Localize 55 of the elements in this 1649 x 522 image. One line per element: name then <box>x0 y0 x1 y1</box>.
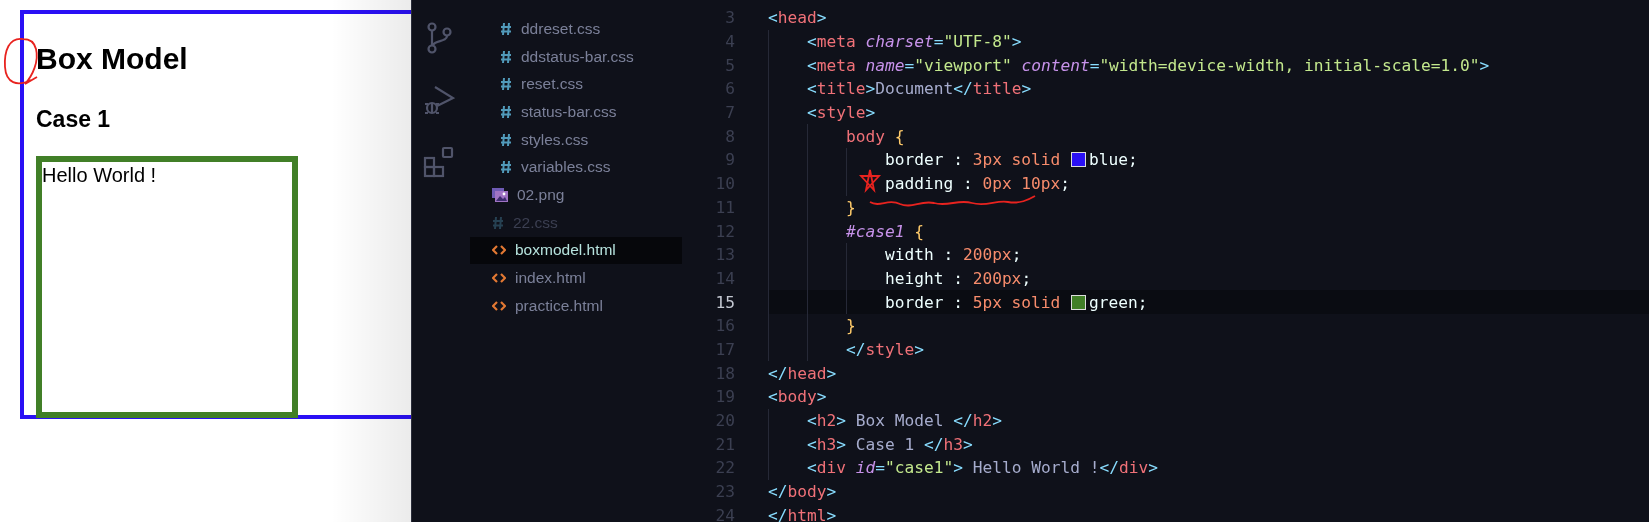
file-item[interactable]: ddreset.css <box>470 15 682 43</box>
image-icon <box>492 187 508 202</box>
file-item[interactable]: styles.css <box>470 125 682 154</box>
code-text: <h3> Case 1 </h3> <box>806 434 973 454</box>
code-brackets-icon <box>492 299 506 312</box>
code-brackets-icon <box>492 272 506 285</box>
code-text: <h2> Box Model </h2> <box>806 411 1002 431</box>
hash-icon <box>500 49 512 64</box>
file-item[interactable]: ddstatus-bar.css <box>470 42 682 71</box>
code-text: <title>Document</title> <box>806 79 1032 99</box>
file-item[interactable]: boxmodel.html <box>470 236 682 265</box>
hash-icon <box>492 215 504 230</box>
extensions-icon[interactable] <box>422 146 455 178</box>
code-text: </body> <box>768 482 837 502</box>
code-text: </html> <box>768 505 837 522</box>
page-subheading: Case 1 <box>36 105 111 133</box>
code-text: border : 5px solid <box>884 292 1062 312</box>
code-text: <head> <box>768 8 827 28</box>
hash-icon <box>500 160 512 175</box>
code-text: height : 200px; <box>884 268 1032 288</box>
code-text: #case1 { <box>845 221 924 241</box>
file-item[interactable]: index.html <box>470 264 682 292</box>
file-item[interactable]: reset.css <box>470 70 682 99</box>
code-text: } <box>845 316 856 336</box>
file-item[interactable]: status-bar.css <box>470 98 682 126</box>
code-text: <meta charset="UTF-8"> <box>806 32 1022 52</box>
code-text: green; <box>1089 292 1148 312</box>
code-text: <meta name="viewport" content="width=device-width, initial-scale=1.0"> <box>806 55 1490 75</box>
color-swatch[interactable] <box>1071 152 1087 168</box>
code-text: width : 200px; <box>884 245 1022 265</box>
color-swatch[interactable] <box>1071 294 1087 310</box>
handwritten-star <box>858 168 882 192</box>
box-text: Hello World ! <box>42 163 157 188</box>
code-text: body { <box>845 126 905 146</box>
hash-icon <box>500 77 512 92</box>
hash-icon <box>500 104 512 119</box>
file-item[interactable]: practice.html <box>470 291 682 320</box>
line-number: 15 <box>714 292 735 312</box>
page-heading: Box Model <box>36 41 188 77</box>
file-item[interactable]: variables.css <box>470 153 682 182</box>
code-text: </head> <box>768 363 837 383</box>
code-text: border : 3px solid <box>884 150 1062 170</box>
code-text: blue; <box>1089 150 1138 170</box>
code-text: </style> <box>845 339 924 359</box>
hash-icon <box>500 21 512 36</box>
run-debug-icon[interactable] <box>422 84 455 116</box>
file-item[interactable]: 02.png <box>470 181 682 209</box>
code-text: <body> <box>768 387 827 407</box>
code-brackets-icon <box>492 244 506 257</box>
code-text: padding : 0px 10px; <box>884 174 1071 194</box>
code-text: } <box>845 197 856 217</box>
code-text: <style> <box>806 103 876 123</box>
hash-icon <box>500 132 512 147</box>
source-control-icon[interactable] <box>424 22 453 54</box>
code-text: <div id="case1"> Hello World !</div> <box>806 458 1158 478</box>
